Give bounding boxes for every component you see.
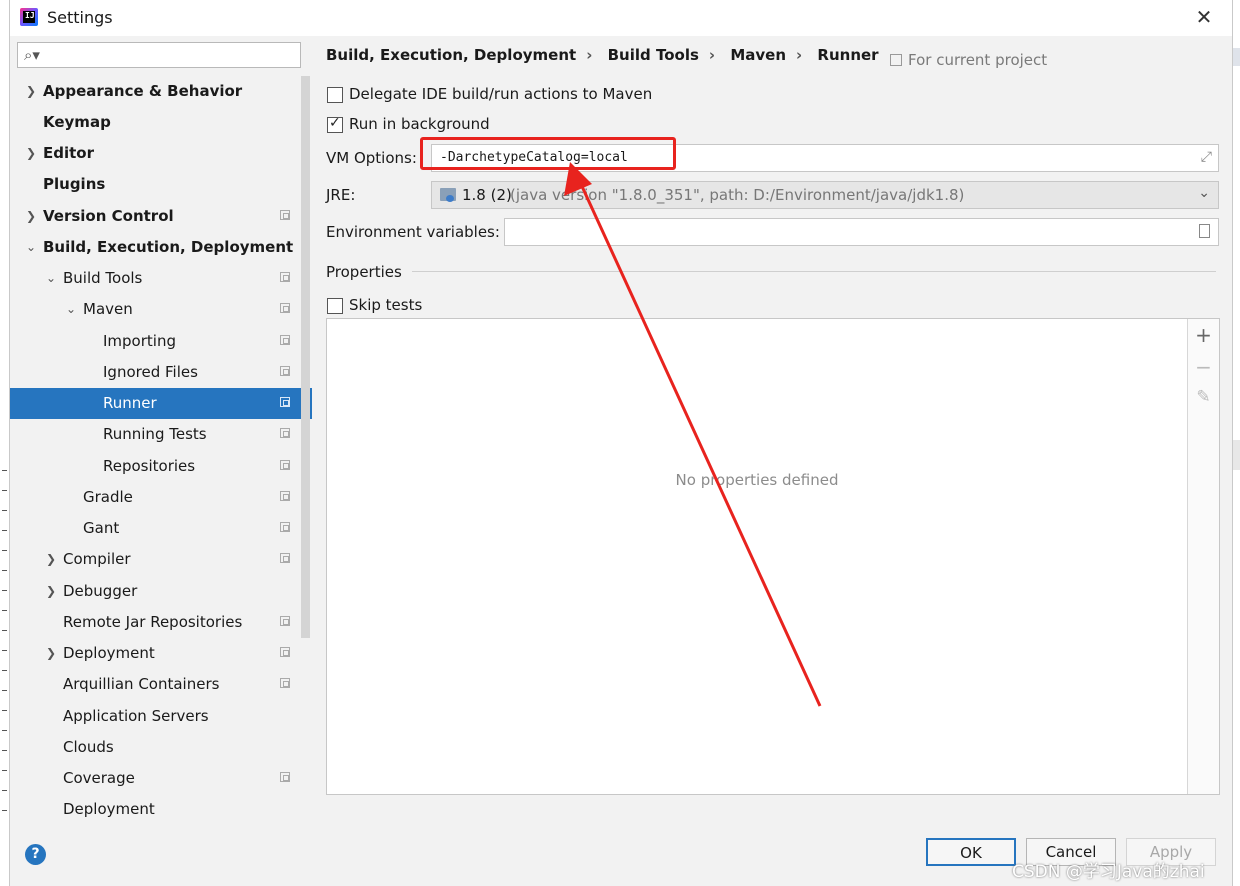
annotation-arrow <box>564 162 822 707</box>
watermark-text: CSDN @学习Java的zhai <box>1012 862 1205 882</box>
